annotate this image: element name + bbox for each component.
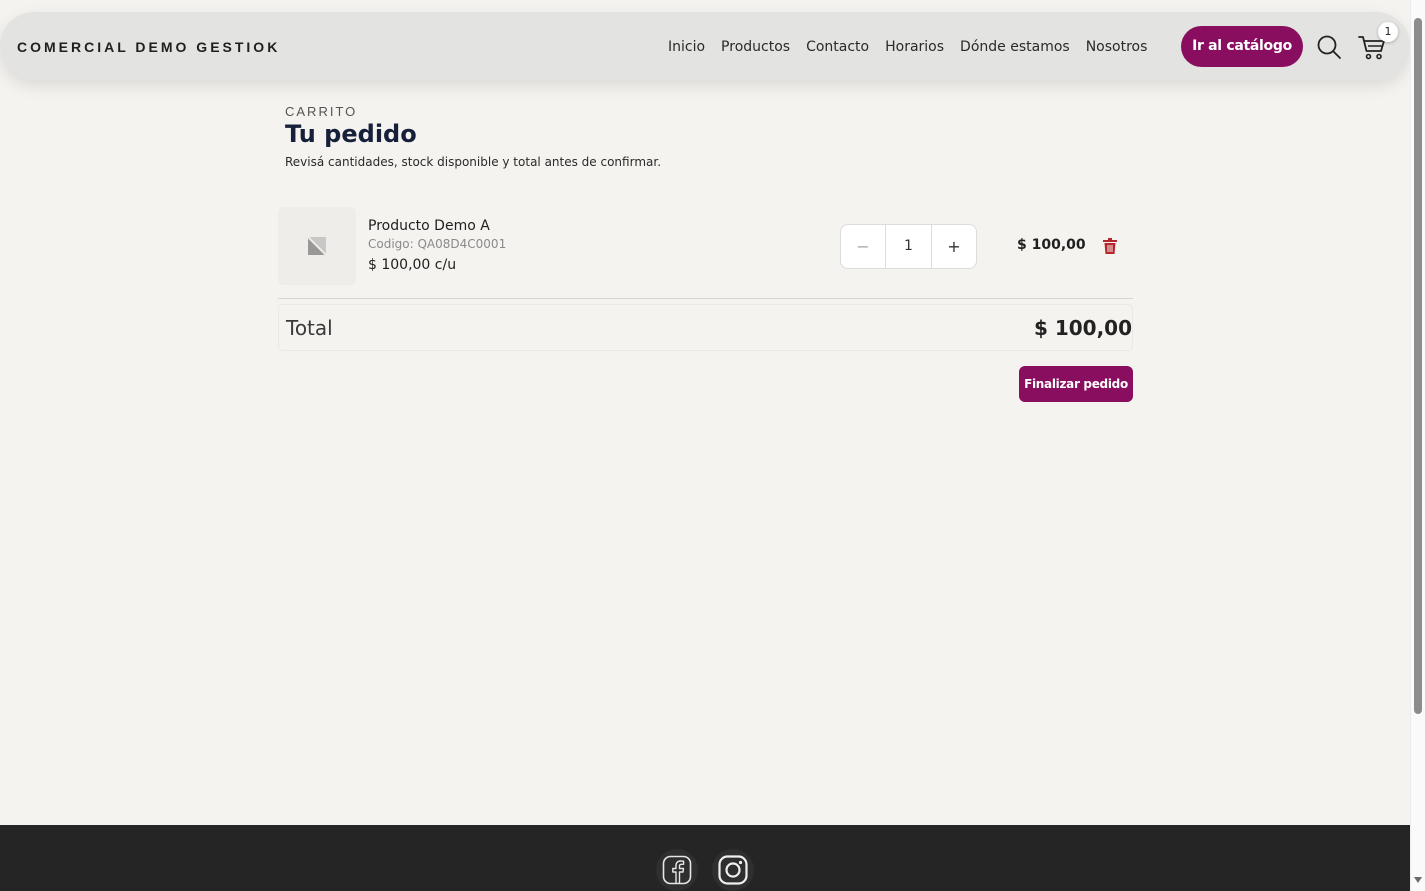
catalog-button[interactable]: Ir al catálogo [1181,26,1303,67]
nav-link-contacto[interactable]: Contacto [806,36,869,58]
total-value: $ 100,00 [1033,316,1132,340]
total-label: Total [286,316,333,340]
divider [278,298,1133,299]
order-total: Total $ 100,00 [278,304,1133,351]
decrement-button[interactable]: − [841,225,886,268]
page-title: Tu pedido [285,120,417,148]
quantity-value[interactable]: 1 [886,225,931,268]
quantity-stepper: − 1 + [840,224,977,269]
line-total: $ 100,00 [1017,237,1086,253]
search-icon[interactable] [1316,34,1342,60]
instagram-icon [718,855,748,885]
nav-link-nosotros[interactable]: Nosotros [1086,36,1148,58]
instagram-link[interactable] [712,849,754,891]
trash-icon[interactable] [1103,238,1117,254]
scrollbar-thumb[interactable] [1414,18,1422,714]
section-eyebrow: CARRITO [285,104,358,119]
nav-link-donde-estamos[interactable]: Dónde estamos [960,36,1070,58]
vertical-scrollbar[interactable] [1410,0,1425,891]
unit-price: $ 100,00 c/u [368,257,457,273]
nav-link-horarios[interactable]: Horarios [885,36,944,58]
facebook-link[interactable] [656,849,698,891]
image-placeholder-icon [307,236,327,256]
site-footer [0,825,1410,891]
site-header: COMERCIAL DEMO GESTIOK Inicio Productos … [0,12,1410,80]
nav-link-inicio[interactable]: Inicio [668,36,705,58]
nav-link-productos[interactable]: Productos [721,36,790,58]
cart-item: Producto Demo A Codigo: QA08D4C0001 $ 10… [278,207,1133,287]
cart-count-badge: 1 [1378,22,1398,42]
facebook-icon [662,855,692,885]
product-code: Codigo: QA08D4C0001 [368,237,507,251]
increment-button[interactable]: + [931,225,976,268]
product-thumbnail [278,207,356,285]
finish-order-button[interactable]: Finalizar pedido [1019,366,1133,402]
page-subtitle: Revisá cantidades, stock disponible y to… [285,155,662,169]
brand-name[interactable]: COMERCIAL DEMO GESTIOK [17,39,280,55]
page: COMERCIAL DEMO GESTIOK Inicio Productos … [0,0,1410,891]
product-name: Producto Demo A [368,218,490,234]
main-nav: Inicio Productos Contacto Horarios Dónde… [668,36,1147,58]
scroll-down-arrow-icon[interactable] [1414,877,1422,883]
